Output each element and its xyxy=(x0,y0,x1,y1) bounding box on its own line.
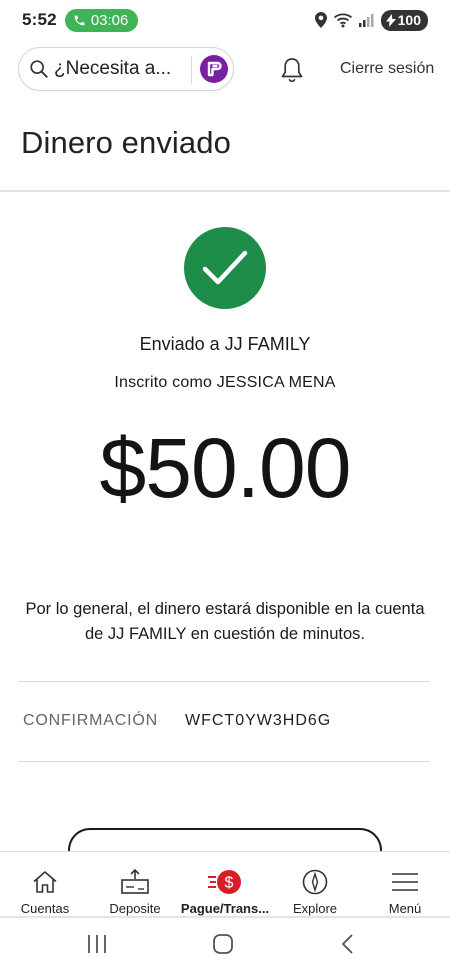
confirmation-number: WFCT0YW3HD6G xyxy=(185,712,332,729)
nav-item-accounts[interactable]: Cuentas xyxy=(0,852,90,918)
deposit-icon xyxy=(121,868,149,894)
nav-label: Pague/Trans... xyxy=(180,901,270,916)
call-indicator[interactable]: 03:06 xyxy=(64,8,139,32)
confirmation-label: CONFIRMACIÓN xyxy=(23,712,158,729)
nav-item-menu[interactable]: Menú xyxy=(360,852,450,918)
assistant-glyph-icon xyxy=(207,61,222,77)
nav-item-deposit[interactable]: Deposite xyxy=(90,852,180,918)
page-title: Dinero enviado xyxy=(21,125,231,160)
availability-note: Por lo general, el dinero estará disponi… xyxy=(25,600,425,643)
home-button-icon[interactable] xyxy=(212,933,234,955)
divider xyxy=(18,761,430,762)
title-divider xyxy=(0,190,450,192)
call-timer: 03:06 xyxy=(90,11,129,29)
search-icon xyxy=(30,60,48,78)
search-input[interactable]: ¿Necesita a... xyxy=(18,47,234,91)
logout-link[interactable]: Cierre sesión xyxy=(340,60,434,78)
nav-label: Explore xyxy=(292,901,338,916)
nav-label: Cuentas xyxy=(20,901,70,916)
battery-indicator: 100 xyxy=(380,9,428,31)
check-icon xyxy=(202,250,248,285)
location-icon xyxy=(314,12,327,28)
enrolled-as-text: Inscrito como JESSICA MENA xyxy=(114,374,336,391)
nav-label: Menú xyxy=(388,901,422,916)
system-navigation-bar xyxy=(0,918,450,975)
search-divider xyxy=(191,56,192,84)
home-icon xyxy=(33,871,57,893)
status-bar: 5:52 03:06 100 xyxy=(0,0,450,40)
signal-icon xyxy=(358,14,374,27)
compass-icon xyxy=(302,869,328,895)
recipient-text: Enviado a JJ FAMILY xyxy=(139,334,311,354)
nav-item-explore[interactable]: Explore xyxy=(270,852,360,918)
hamburger-menu-icon xyxy=(392,873,418,891)
success-checkmark-icon xyxy=(184,227,266,309)
bell-icon[interactable] xyxy=(279,56,305,84)
status-time: 5:52 xyxy=(22,10,57,29)
assistant-logo-icon[interactable] xyxy=(200,55,228,83)
wifi-icon xyxy=(333,13,352,28)
divider xyxy=(18,681,430,682)
nav-label: Deposite xyxy=(109,901,161,916)
top-bar: ¿Necesita a... Cierre sesión xyxy=(0,46,450,94)
phone-icon xyxy=(74,15,85,25)
bottom-navigation: Cuentas Deposite $ Pague/Trans... Explor… xyxy=(0,851,450,918)
nav-item-pay-transfer[interactable]: $ Pague/Trans... xyxy=(180,852,270,918)
charging-bolt-icon xyxy=(385,13,396,27)
search-placeholder: ¿Necesita a... xyxy=(54,58,172,79)
sent-amount: $50.00 xyxy=(99,421,352,515)
recent-apps-icon[interactable] xyxy=(86,933,108,955)
battery-level: 100 xyxy=(397,12,421,28)
back-icon[interactable] xyxy=(340,933,356,955)
pay-transfer-icon: $ xyxy=(208,870,241,894)
svg-text:$: $ xyxy=(225,875,234,892)
